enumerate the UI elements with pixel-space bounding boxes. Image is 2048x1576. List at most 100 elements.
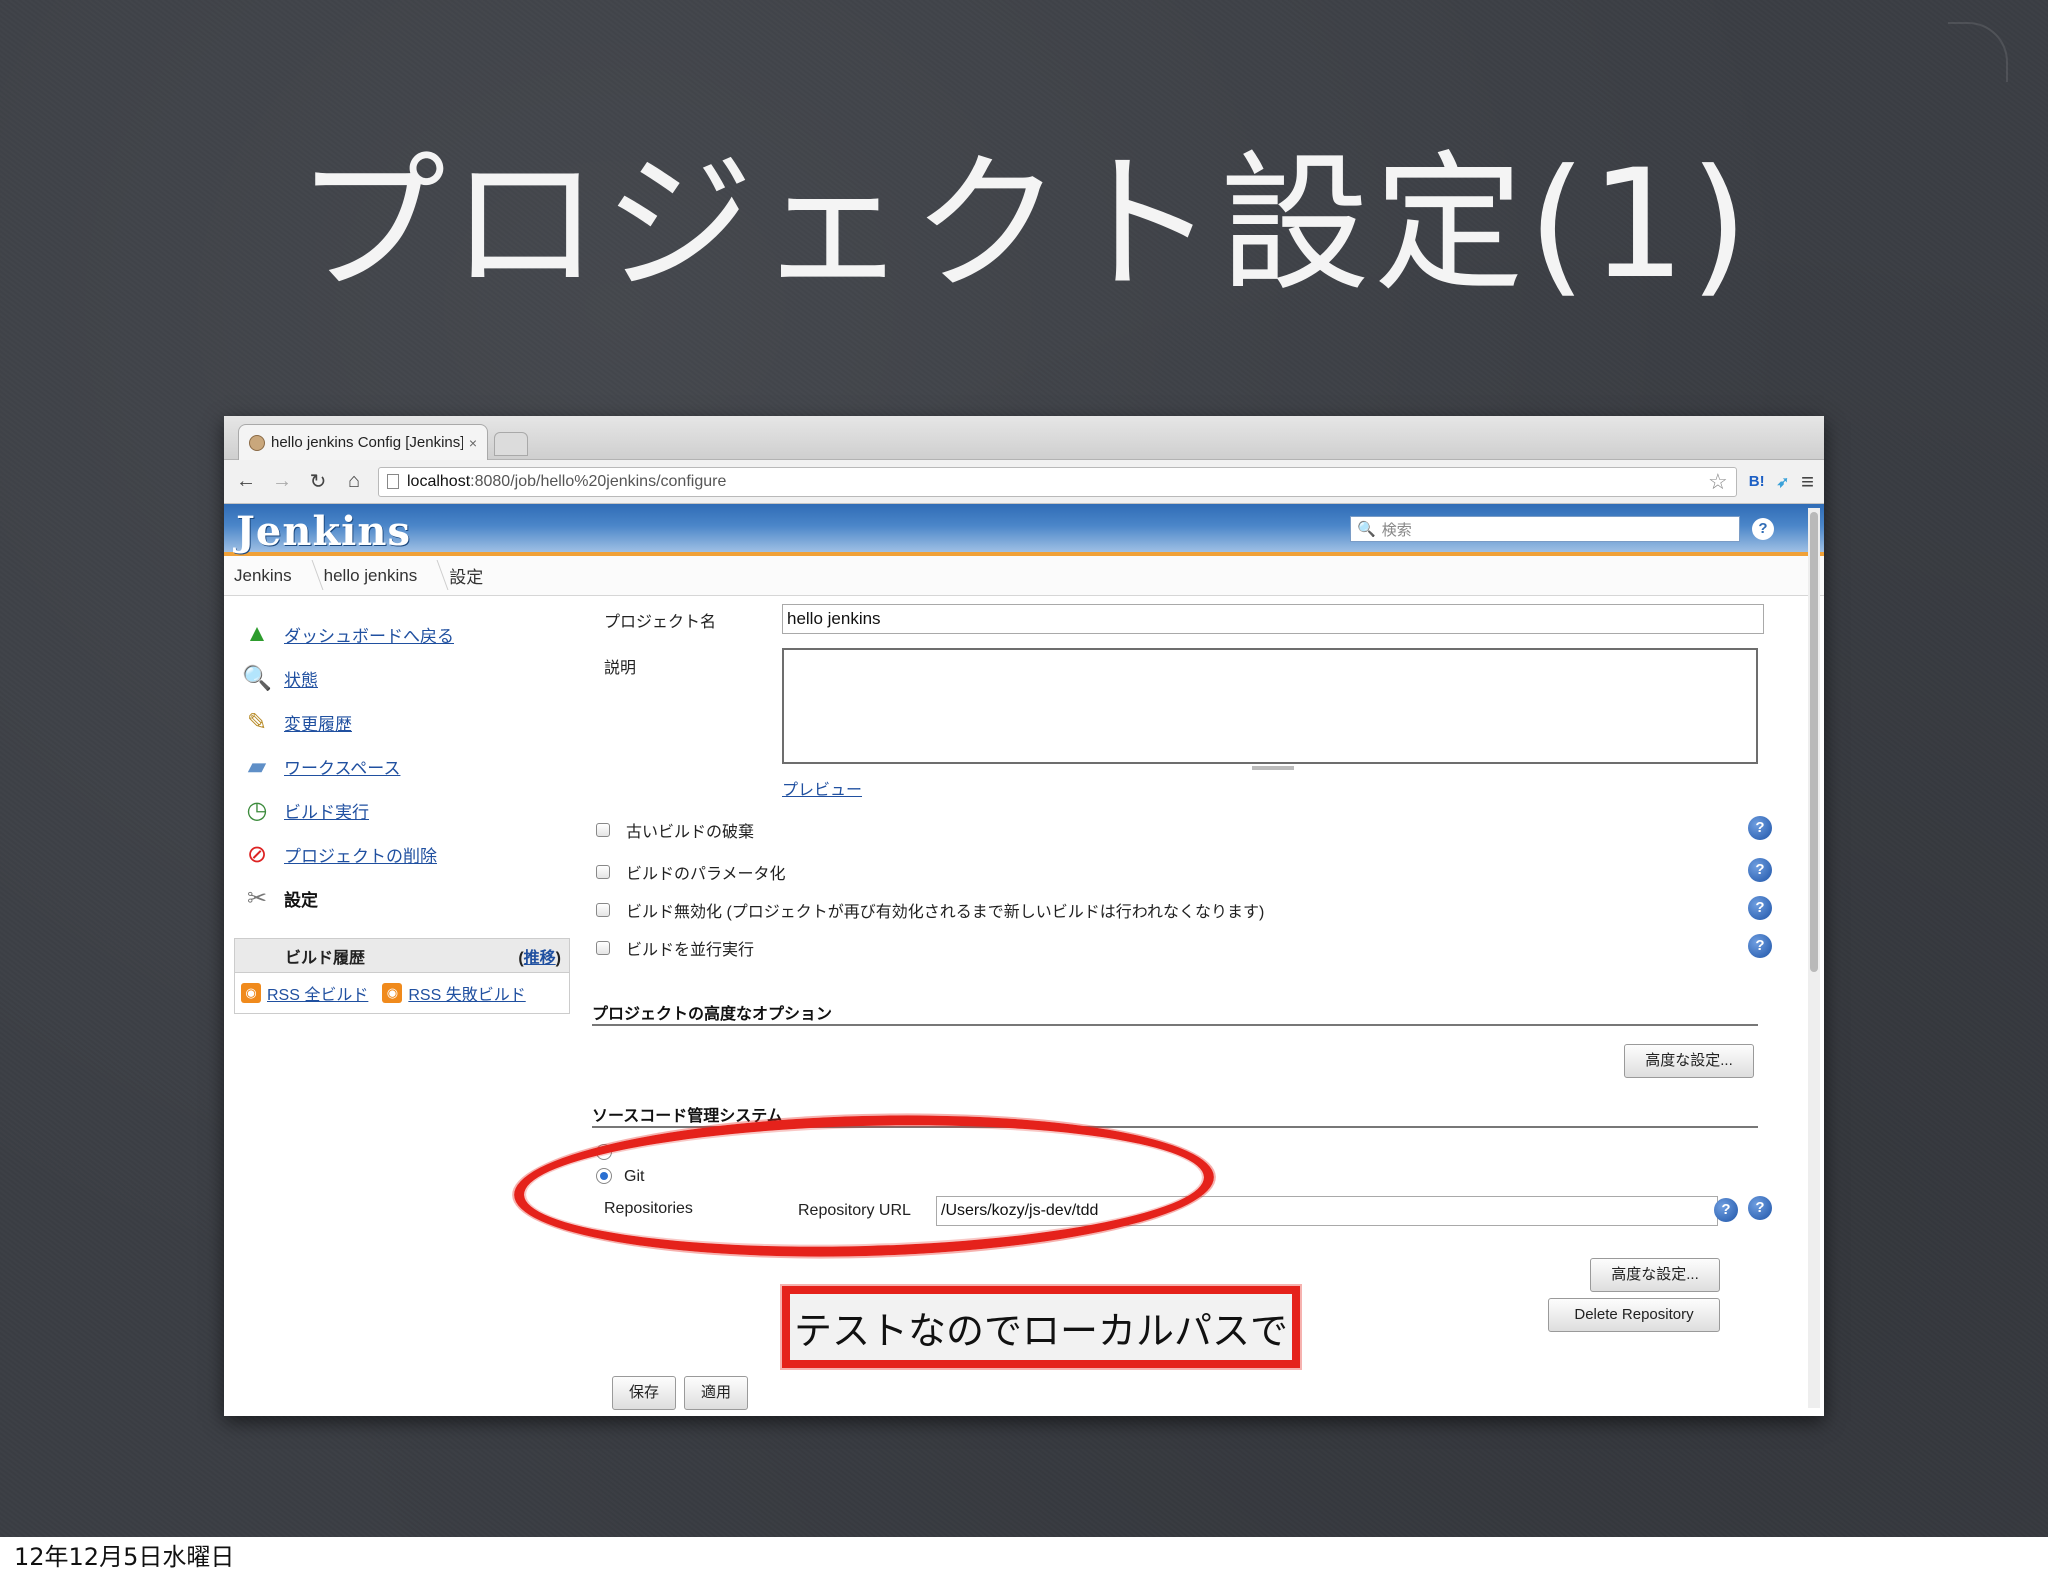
delete-repository-button[interactable]: Delete Repository [1548, 1298, 1720, 1332]
help-icon[interactable]: ? [1748, 934, 1772, 958]
build-history-panel: ビルド履歴 (推移) ◉ RSS 全ビルド ◉ RSS 失敗ビルド [234, 938, 570, 1014]
sidebar-item-label[interactable]: 状態 [284, 666, 318, 691]
option-parameterize[interactable]: ビルドのパラメータ化 [596, 860, 786, 884]
side-panel: ▲ ダッシュボードへ戻る 🔍 状態 ✎ 変更履歴 ▰ ワークスペース ◷ ビルド… [234, 612, 574, 1014]
browser-tab[interactable]: hello jenkins Config [Jenkins] × [238, 424, 488, 460]
sidebar-item-build[interactable]: ◷ ビルド実行 [234, 788, 574, 832]
browser-toolbar: ← → ↻ ⌂ localhost:8080/job/hello%20jenki… [224, 460, 1824, 504]
build-clock-icon: ◷ [246, 796, 268, 824]
sidebar-item-label[interactable]: 設定 [284, 886, 318, 911]
rss-icon: ◉ [382, 983, 403, 1003]
sidebar-item-status[interactable]: 🔍 状態 [234, 656, 574, 700]
breadcrumb-project[interactable]: hello jenkins [324, 566, 434, 586]
tools-icon: ✂ [246, 884, 268, 912]
apply-button[interactable]: 適用 [684, 1376, 748, 1410]
option-label: 古いビルドの破棄 [626, 824, 755, 841]
option-label: ビルドのパラメータ化 [626, 866, 786, 883]
address-bar[interactable]: localhost:8080/job/hello%20jenkins/confi… [378, 466, 1737, 497]
checkbox[interactable] [596, 903, 610, 917]
sidebar-item-dashboard[interactable]: ▲ ダッシュボードへ戻る [234, 612, 574, 656]
new-tab-button[interactable] [494, 432, 528, 456]
sidebar-item-delete[interactable]: ⊘ プロジェクトの削除 [234, 832, 574, 876]
notepad-icon: ✎ [246, 708, 268, 736]
rss-all-link[interactable]: RSS 全ビルド [267, 981, 368, 1005]
save-button[interactable]: 保存 [612, 1376, 676, 1410]
page-icon [387, 474, 399, 489]
checkbox[interactable] [596, 941, 610, 955]
bookmark-star-icon[interactable]: ☆ [1708, 469, 1728, 495]
no-entry-icon: ⊘ [246, 840, 268, 868]
trend-link[interactable]: 推移 [524, 950, 556, 967]
folder-icon: ▰ [247, 752, 267, 780]
scrollbar-thumb[interactable] [1810, 512, 1818, 972]
section-divider [592, 1024, 1758, 1026]
help-icon[interactable]: ? [1748, 1196, 1772, 1220]
help-icon[interactable]: ? [1748, 816, 1772, 840]
jenkins-header: Jenkins 🔍 検索 ? [224, 504, 1824, 556]
sidebar-item-changes[interactable]: ✎ 変更履歴 [234, 700, 574, 744]
description-textarea[interactable] [782, 648, 1758, 764]
slide-background: プロジェクト設定(1) hello jenkins Config [Jenkin… [0, 0, 2048, 1537]
build-history-title: ビルド履歴 [285, 949, 366, 967]
option-concurrent-build[interactable]: ビルドを並行実行 [596, 936, 754, 960]
breadcrumb-configure[interactable]: 設定 [449, 563, 499, 588]
slide-title: プロジェクト設定(1) [295, 138, 1753, 312]
hatena-bookmark-icon[interactable]: B! [1749, 473, 1765, 490]
rss-links: ◉ RSS 全ビルド ◉ RSS 失敗ビルド [235, 973, 569, 1013]
sidebar-item-configure[interactable]: ✂ 設定 [234, 876, 574, 920]
home-icon[interactable]: ⌂ [342, 470, 366, 493]
option-label: ビルドを並行実行 [626, 942, 755, 959]
sidebar-item-label[interactable]: 変更履歴 [284, 710, 352, 735]
rss-failed-link[interactable]: RSS 失敗ビルド [408, 981, 525, 1005]
checkbox[interactable] [596, 823, 610, 837]
browser-window: hello jenkins Config [Jenkins] × ← → ↻ ⌂… [224, 416, 1824, 1416]
trend-paren-close: ) [555, 949, 561, 967]
breadcrumb-jenkins[interactable]: Jenkins [234, 566, 308, 586]
rss-icon: ◉ [241, 983, 261, 1003]
header-help-icon[interactable]: ? [1752, 518, 1774, 540]
tab-strip: hello jenkins Config [Jenkins] × [224, 416, 1824, 460]
project-name-input[interactable] [782, 604, 1764, 634]
option-disable-build[interactable]: ビルド無効化 (プロジェクトが再び有効化されるまで新しいビルドは行われなくなりま… [596, 898, 1264, 922]
url-path: :8080/job/hello%20jenkins/configure [470, 472, 727, 490]
search-placeholder: 検索 [1381, 521, 1412, 539]
forward-arrow-icon[interactable]: → [270, 470, 294, 493]
sidebar-item-label[interactable]: プロジェクトの削除 [284, 842, 437, 867]
reload-icon[interactable]: ↻ [306, 469, 330, 494]
option-discard-old-builds[interactable]: 古いビルドの破棄 [596, 818, 754, 842]
tab-close-icon[interactable]: × [469, 435, 477, 451]
url-host: localhost [407, 472, 471, 490]
option-label: ビルド無効化 (プロジェクトが再び有効化されるまで新しいビルドは行われなくなりま… [626, 904, 1265, 921]
annotation-callout: テストなのでローカルパスで [782, 1286, 1300, 1368]
corner-decoration [1948, 22, 2008, 82]
build-history-header: ビルド履歴 (推移) [235, 939, 569, 973]
jenkins-favicon-icon [249, 434, 265, 451]
repo-advanced-settings-button[interactable]: 高度な設定... [1590, 1258, 1720, 1292]
jenkins-logo[interactable]: Jenkins [236, 508, 411, 555]
sidebar-item-workspace[interactable]: ▰ ワークスペース [234, 744, 574, 788]
search-input[interactable]: 🔍 検索 [1350, 516, 1740, 542]
back-arrow-icon[interactable]: ← [234, 470, 258, 493]
textarea-resize-grip[interactable] [1252, 766, 1294, 770]
help-icon[interactable]: ? [1714, 1198, 1738, 1222]
help-icon[interactable]: ? [1748, 896, 1772, 920]
sidebar-item-label[interactable]: ワークスペース [284, 754, 400, 779]
description-label: 説明 [604, 660, 637, 677]
help-icon[interactable]: ? [1748, 858, 1772, 882]
preview-link[interactable]: プレビュー [782, 776, 862, 800]
menu-icon[interactable]: ≡ [1801, 469, 1814, 495]
advanced-options-heading: プロジェクトの高度なオプション [592, 1006, 833, 1023]
tab-title: hello jenkins Config [Jenkins] [271, 434, 463, 451]
advanced-settings-button[interactable]: 高度な設定... [1624, 1044, 1754, 1078]
twitter-extension-icon[interactable]: ➶ [1777, 473, 1790, 491]
project-name-label: プロジェクト名 [604, 614, 717, 631]
footer-date: 12年12月5日水曜日 [14, 1543, 235, 1571]
search-icon: 🔍 [1357, 521, 1376, 538]
vertical-scrollbar[interactable] [1808, 508, 1820, 1408]
up-arrow-icon: ▲ [245, 620, 269, 647]
sidebar-item-label[interactable]: ビルド実行 [284, 798, 369, 823]
checkbox[interactable] [596, 865, 610, 879]
magnifier-icon: 🔍 [242, 664, 272, 692]
sidebar-item-label[interactable]: ダッシュボードへ戻る [284, 622, 454, 647]
breadcrumb: Jenkins hello jenkins 設定 [224, 556, 1824, 596]
